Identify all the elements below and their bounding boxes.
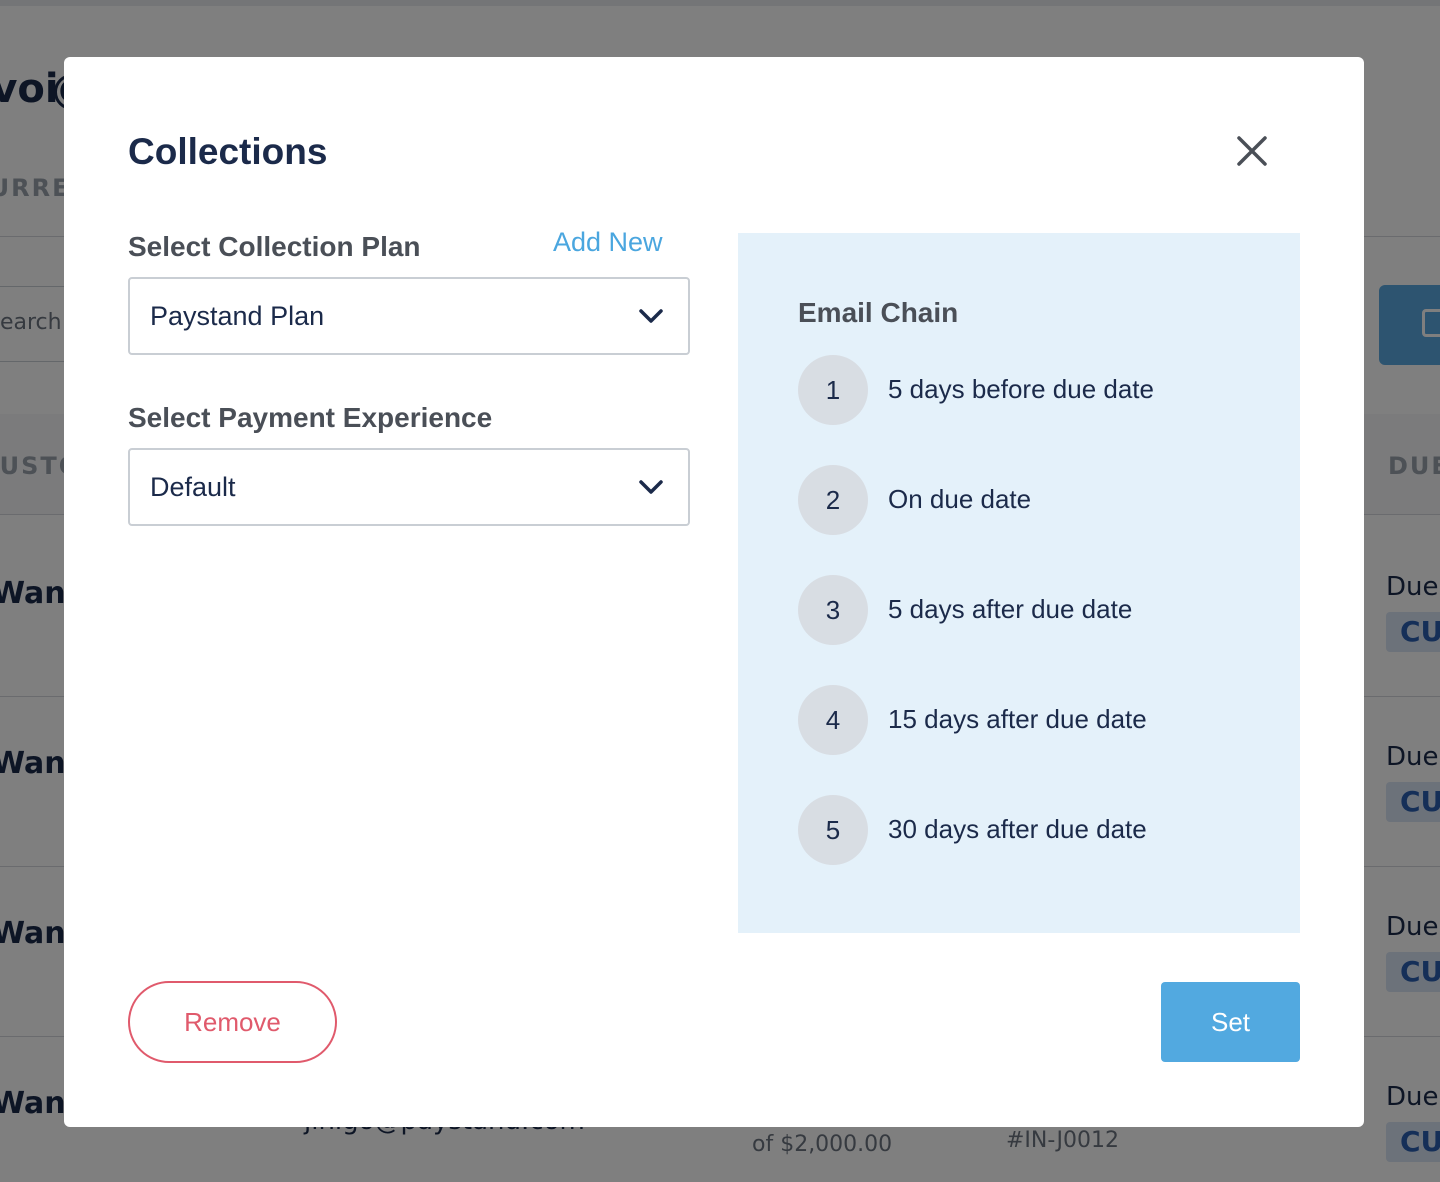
step-text: 5 days before due date [888,374,1154,404]
modal-title: Collections [128,131,328,172]
email-chain-step: 5 30 days after due date [798,795,1278,865]
step-text: 5 days after due date [888,594,1133,624]
email-chain-step: 3 5 days after due date [798,575,1278,645]
step-text: 15 days after due date [888,704,1147,734]
step-number: 2 [798,465,868,535]
step-number: 3 [798,575,868,645]
payment-experience-label: Select Payment Experience [128,402,493,433]
email-chain-title: Email Chain [798,297,959,328]
collection-plan-select[interactable]: Paystand Plan [128,277,690,355]
email-chain-step: 1 5 days before due date [798,355,1278,425]
step-text: 30 days after due date [888,814,1147,844]
step-number: 5 [798,795,868,865]
collection-plan-label: Select Collection Plan [128,231,421,262]
step-text: On due date [888,484,1032,514]
payment-experience-value: Default [150,472,236,502]
email-chain-panel: Email Chain 1 5 days before due date 2 O… [738,233,1300,933]
step-number: 1 [798,355,868,425]
step-number: 4 [798,685,868,755]
collections-modal: Collections Select Collection Plan Add N… [64,57,1364,1127]
close-button[interactable] [1230,129,1274,173]
close-icon [1237,136,1267,166]
payment-experience-select[interactable]: Default [128,448,690,526]
email-chain-step: 2 On due date [798,465,1278,535]
email-chain-step: 4 15 days after due date [798,685,1278,755]
chevron-down-icon [639,480,663,494]
set-button[interactable]: Set [1161,982,1300,1062]
add-new-link[interactable]: Add New [553,227,663,258]
collection-plan-value: Paystand Plan [150,301,325,331]
remove-button[interactable]: Remove [128,981,337,1063]
chevron-down-icon [639,309,663,323]
